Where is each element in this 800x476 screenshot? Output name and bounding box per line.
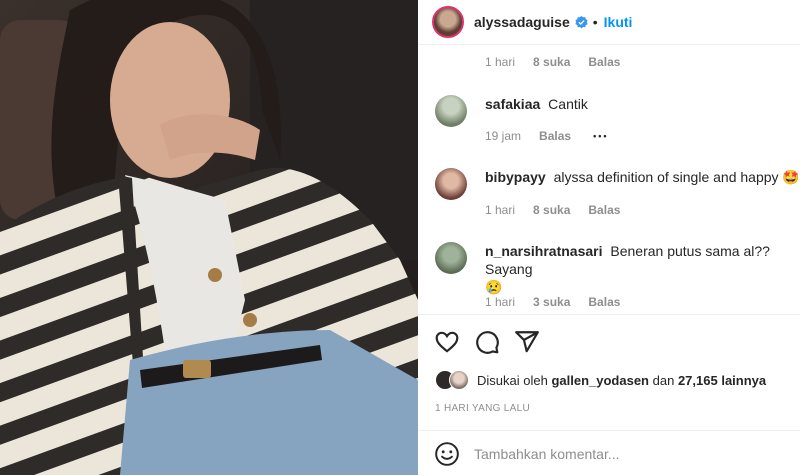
reply-button[interactable]: Balas bbox=[588, 295, 620, 309]
post-detail-panel: alyssadaguise • Ikuti 1 hari 8 suka Bala… bbox=[418, 0, 800, 475]
comment-text: Cantik bbox=[548, 96, 588, 112]
reply-button[interactable]: Balas bbox=[588, 203, 620, 217]
comment-meta: 1 hari 3 suka Balas bbox=[485, 295, 620, 309]
comment-likes[interactable]: 8 suka bbox=[533, 55, 570, 69]
comment-likes[interactable]: 3 suka bbox=[533, 295, 570, 309]
comment-item: bibypayy alyssa definition of single and… bbox=[435, 168, 800, 200]
heart-icon[interactable] bbox=[434, 329, 460, 355]
comment-body: bibypayy alyssa definition of single and… bbox=[485, 168, 800, 200]
author-username[interactable]: alyssadaguise bbox=[474, 14, 570, 30]
add-comment-bar: Tambahkan komentar... bbox=[418, 430, 800, 476]
commenter-avatar[interactable] bbox=[435, 95, 467, 127]
follow-button[interactable]: Ikuti bbox=[604, 14, 633, 30]
reply-button[interactable]: Balas bbox=[588, 55, 620, 69]
share-icon[interactable] bbox=[514, 329, 540, 355]
comment-icon[interactable] bbox=[474, 329, 500, 355]
comment-item: n_narsihratnasari Beneran putus sama al?… bbox=[435, 242, 800, 296]
header-separator: • bbox=[592, 14, 598, 30]
comment-body: n_narsihratnasari Beneran putus sama al?… bbox=[485, 242, 800, 296]
likes-prefix: Disukai oleh bbox=[477, 372, 548, 388]
likes-middle: dan bbox=[652, 372, 675, 388]
likes-count[interactable]: 27,165 bbox=[678, 373, 718, 388]
post-date: 1 HARI YANG LALU bbox=[435, 403, 531, 414]
commenter-avatar[interactable] bbox=[435, 242, 467, 274]
comment-meta: 19 jam Balas ••• bbox=[485, 129, 627, 143]
reply-button[interactable]: Balas bbox=[539, 129, 571, 143]
post-header: alyssadaguise • Ikuti bbox=[418, 0, 800, 45]
more-options-icon[interactable]: ••• bbox=[593, 131, 608, 141]
likes-suffix[interactable]: lainnya bbox=[721, 373, 766, 388]
comment-body: safakiaa Cantik bbox=[485, 95, 785, 127]
author-avatar[interactable] bbox=[432, 6, 464, 38]
comment-meta: 1 hari 8 suka Balas bbox=[485, 55, 620, 69]
comment-item: safakiaa Cantik bbox=[435, 95, 785, 127]
post-photo bbox=[0, 0, 418, 475]
comment-text: alyssa definition of single and happy bbox=[553, 169, 779, 185]
verified-badge-icon bbox=[575, 15, 588, 28]
action-bar bbox=[418, 314, 800, 371]
commenter-username[interactable]: safakiaa bbox=[485, 96, 540, 112]
liker-username[interactable]: gallen_yodasen bbox=[551, 373, 649, 388]
comment-likes[interactable]: 8 suka bbox=[533, 203, 570, 217]
comment-input[interactable]: Tambahkan komentar... bbox=[474, 446, 620, 462]
commenter-username[interactable]: bibypayy bbox=[485, 169, 546, 185]
comment-emoji: 🤩❤️ bbox=[782, 169, 800, 185]
commenter-avatar[interactable] bbox=[435, 168, 467, 200]
post-photo-illustration bbox=[0, 0, 418, 475]
liker-avatars bbox=[435, 370, 471, 390]
comment-time: 19 jam bbox=[485, 129, 522, 143]
liker-avatar bbox=[449, 370, 469, 390]
comment-time: 1 hari bbox=[485, 295, 516, 309]
commenter-username[interactable]: n_narsihratnasari bbox=[485, 243, 603, 259]
emoji-icon[interactable] bbox=[434, 441, 460, 467]
comment-emoji: 😢 bbox=[485, 279, 503, 295]
comment-time: 1 hari bbox=[485, 203, 516, 217]
comment-meta: 1 hari 8 suka Balas bbox=[485, 203, 620, 217]
likes-text: Disukai oleh gallen_yodasen dan 27,165 l… bbox=[477, 373, 766, 388]
likes-summary: Disukai oleh gallen_yodasen dan 27,165 l… bbox=[435, 370, 766, 390]
comment-time: 1 hari bbox=[485, 55, 516, 69]
